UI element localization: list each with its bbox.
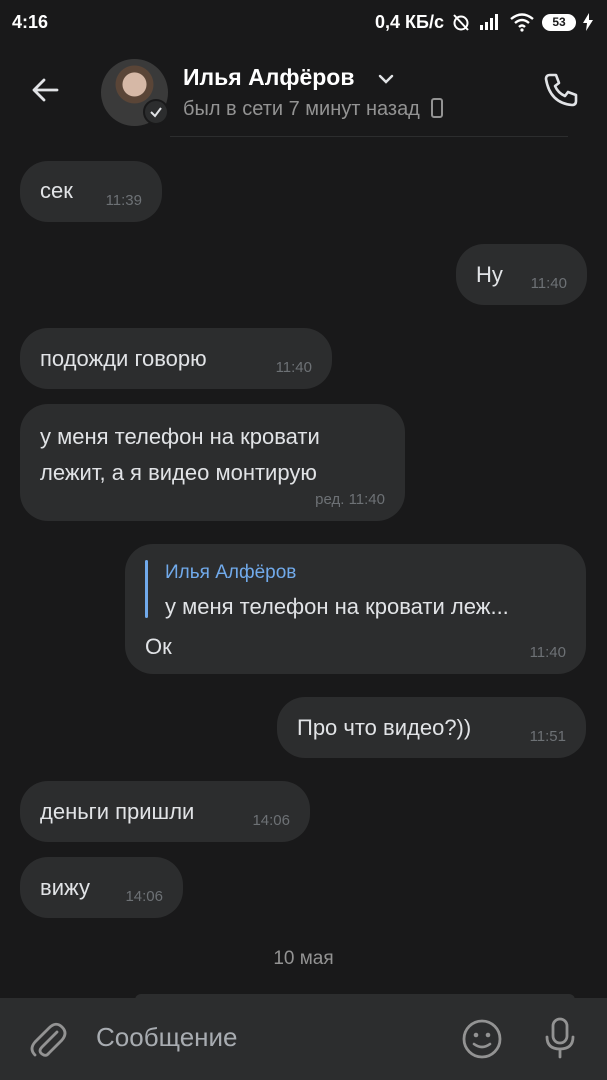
message-bubble-in[interactable]: у меня телефон на кровати лежит, а я вид… — [20, 404, 405, 521]
message-time: 11:40 — [530, 275, 567, 292]
message-text: сек — [40, 178, 73, 203]
message-text: Ну — [476, 262, 503, 287]
wifi-icon — [510, 13, 534, 32]
battery-indicator: 53 — [542, 13, 576, 31]
message-input[interactable]: Сообщение — [96, 1022, 436, 1053]
net-speed: 0,4 КБ/с — [375, 11, 444, 32]
back-arrow-icon[interactable] — [30, 75, 60, 105]
status-indicators: 0,4 КБ/с 53 — [375, 12, 593, 33]
contact-name[interactable]: Илья Алфёров — [183, 64, 354, 91]
date-separator: 10 мая — [273, 948, 334, 969]
signal-icon — [480, 14, 498, 30]
message-bubble-out[interactable]: Ну 11:40 — [456, 244, 587, 305]
message-time: ред. 11:40 — [315, 491, 385, 508]
message-bubble-out[interactable]: Про что видео?)) 11:51 — [277, 697, 586, 758]
message-text-line2: лежит, а я видео монтирую — [40, 460, 317, 485]
message-text: подожди говорю — [40, 346, 207, 371]
reply-text: у меня телефон на кровати леж... — [165, 594, 509, 619]
message-time: 11:39 — [105, 192, 142, 209]
message-composer: Сообщение — [0, 998, 607, 1080]
message-bubble-in[interactable]: сек 11:39 — [20, 161, 162, 222]
emoji-icon[interactable] — [461, 1018, 503, 1060]
attach-icon[interactable] — [27, 1018, 67, 1062]
status-time: 4:16 — [12, 11, 49, 32]
status-bar: 4:16 0,4 КБ/с 53 — [0, 0, 607, 44]
message-text-line1: у меня телефон на кровати — [40, 424, 320, 449]
alarm-off-icon — [453, 14, 469, 31]
message-text: вижу — [40, 875, 90, 900]
charging-icon — [583, 13, 593, 31]
reply-author: Илья Алфёров — [165, 562, 297, 583]
chat-header: Илья Алфёров был в сети 7 минут назад — [0, 44, 607, 136]
message-text: Ок — [145, 634, 172, 659]
message-text: деньги пришли — [40, 799, 195, 824]
verified-check-icon — [143, 99, 169, 125]
message-bubble-in[interactable]: деньги пришли 14:06 — [20, 781, 310, 842]
message-time: 14:06 — [125, 888, 163, 905]
last-seen-text: был в сети 7 минут назад — [183, 98, 420, 120]
mic-icon[interactable] — [543, 1016, 577, 1060]
message-time: 11:51 — [529, 728, 566, 745]
header-divider — [170, 136, 568, 137]
message-bubble-out[interactable]: Илья Алфёров у меня телефон на кровати л… — [125, 544, 586, 674]
message-time: 11:40 — [275, 359, 312, 376]
reply-quote-bar — [145, 560, 148, 618]
contact-status: был в сети 7 минут назад — [183, 98, 444, 121]
phone-device-icon — [431, 98, 444, 118]
message-time: 14:06 — [252, 812, 290, 829]
chevron-down-icon[interactable] — [378, 74, 394, 84]
message-time: 11:40 — [529, 644, 566, 661]
message-bubble-in[interactable]: вижу 14:06 — [20, 857, 183, 918]
message-bubble-in[interactable]: подожди говорю 11:40 — [20, 328, 332, 389]
phone-icon[interactable] — [541, 70, 581, 110]
message-text: Про что видео?)) — [297, 715, 472, 740]
